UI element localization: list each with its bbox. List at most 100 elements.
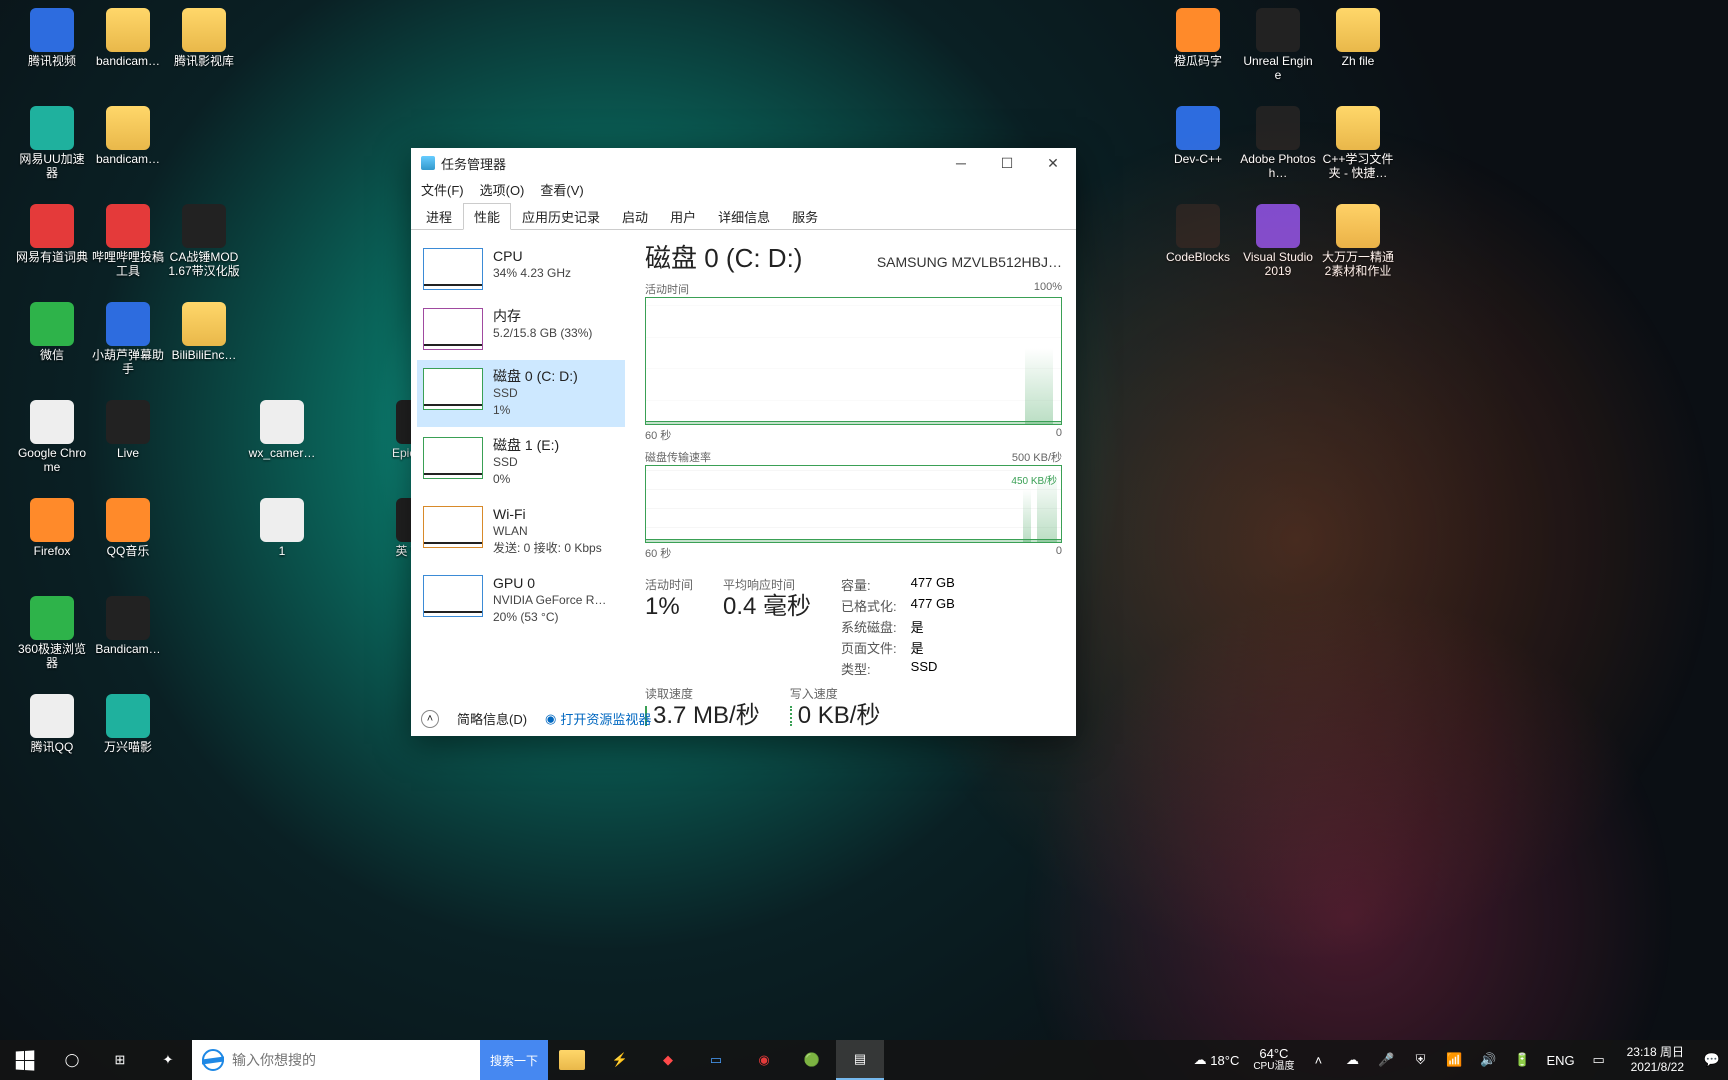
app-icon: [1176, 204, 1220, 248]
desktop-icon[interactable]: CA战锤MOD 1.67带汉化版: [166, 204, 242, 278]
menu-options[interactable]: 选项(O): [480, 180, 525, 199]
app-icon: [106, 106, 150, 150]
desktop-icon[interactable]: 1: [244, 498, 320, 558]
perf-item[interactable]: Wi-FiWLAN发送: 0 接收: 0 Kbps: [417, 498, 625, 565]
tab-processes[interactable]: 进程: [415, 203, 463, 230]
close-button[interactable]: ✕: [1030, 148, 1076, 178]
app-icon: [30, 302, 74, 346]
clock[interactable]: 23:18 周日 2021/8/22: [1617, 1045, 1694, 1075]
app-icon: [1176, 8, 1220, 52]
desktop-icon[interactable]: bandicam…: [90, 106, 166, 166]
desktop-icon[interactable]: bandicam…: [90, 8, 166, 68]
input-indicator[interactable]: ▭: [1583, 1040, 1615, 1080]
desktop-icon[interactable]: BiliBiliEnc…: [166, 302, 242, 362]
desktop-icon[interactable]: 腾讯QQ: [14, 694, 90, 754]
desktop-icon[interactable]: Firefox: [14, 498, 90, 558]
activity-graph: [645, 297, 1062, 425]
desktop-icon[interactable]: 网易有道词典: [14, 204, 90, 264]
explorer-button[interactable]: [548, 1040, 596, 1080]
task-view-button[interactable]: ⊞: [96, 1040, 144, 1080]
desktop-icon[interactable]: Visual Studio 2019: [1240, 204, 1316, 278]
weather-widget[interactable]: ☁ 18°C: [1188, 1040, 1246, 1080]
desktop-icon[interactable]: Zh file: [1320, 8, 1396, 68]
perf-item[interactable]: CPU34% 4.23 GHz: [417, 240, 625, 298]
desktop-icon[interactable]: 哔哩哔哩投稿工具: [90, 204, 166, 278]
desktop-icon[interactable]: CodeBlocks: [1160, 204, 1236, 264]
start-button[interactable]: [0, 1040, 48, 1080]
tab-details[interactable]: 详细信息: [707, 203, 781, 230]
pinned-app-1[interactable]: ⚡: [596, 1040, 644, 1080]
search-input[interactable]: [232, 1052, 470, 1068]
desktop-icon[interactable]: Unreal Engine: [1240, 8, 1316, 82]
windows-icon: [15, 1050, 33, 1070]
tab-app-history[interactable]: 应用历史记录: [511, 203, 611, 230]
perf-item[interactable]: 磁盘 0 (C: D:)SSD1%: [417, 360, 625, 427]
tray-wifi-icon[interactable]: 📶: [1438, 1040, 1470, 1080]
tab-users[interactable]: 用户: [659, 203, 707, 230]
active-time-value: 1%: [645, 597, 693, 617]
taskmgr-taskbar[interactable]: ▤: [836, 1040, 884, 1080]
tray-volume-icon[interactable]: 🔊: [1472, 1040, 1504, 1080]
open-resmon-link[interactable]: ◉打开资源监视器: [545, 709, 651, 728]
desktop-icon[interactable]: Live: [90, 400, 166, 460]
tray-overflow[interactable]: ˄: [1302, 1040, 1334, 1080]
app-icon: [1336, 106, 1380, 150]
desktop-icon[interactable]: 微信: [14, 302, 90, 362]
desktop-icon[interactable]: 万兴喵影: [90, 694, 166, 754]
weather-icon: ☁: [1194, 1052, 1207, 1068]
resmon-icon: ◉: [545, 711, 556, 727]
perf-item[interactable]: GPU 0NVIDIA GeForce R…20% (53 °C): [417, 567, 625, 634]
app-1[interactable]: ✦: [144, 1040, 192, 1080]
perf-thumb: [423, 437, 483, 479]
desktop-icon[interactable]: C++学习文件夹 - 快捷…: [1320, 106, 1396, 180]
desktop-icon[interactable]: 网易UU加速器: [14, 106, 90, 180]
pinned-app-4[interactable]: ◉: [740, 1040, 788, 1080]
throughput-graph: 450 KB/秒: [645, 465, 1062, 543]
search-button[interactable]: 搜索一下: [480, 1040, 548, 1080]
perf-sidebar: CPU34% 4.23 GHz 内存5.2/15.8 GB (33%) 磁盘 0…: [411, 230, 631, 690]
desktop-icon[interactable]: QQ音乐: [90, 498, 166, 558]
tray-battery-icon[interactable]: 🔋: [1506, 1040, 1538, 1080]
search-bar[interactable]: [192, 1040, 480, 1080]
ime-indicator[interactable]: ENG: [1540, 1040, 1580, 1080]
chevron-up-icon[interactable]: ˄: [421, 710, 439, 728]
menu-file[interactable]: 文件(F): [421, 180, 464, 199]
minimize-button[interactable]: ─: [938, 148, 984, 178]
notifications-button[interactable]: 💬: [1696, 1040, 1728, 1080]
fewer-details-button[interactable]: 简略信息(D): [457, 709, 527, 728]
tab-services[interactable]: 服务: [781, 203, 829, 230]
perf-item[interactable]: 内存5.2/15.8 GB (33%): [417, 300, 625, 358]
app-icon: [30, 498, 74, 542]
app-icon: [1336, 8, 1380, 52]
desktop-icon[interactable]: 360极速浏览器: [14, 596, 90, 670]
tray-mic-icon[interactable]: 🎤: [1370, 1040, 1402, 1080]
menu-view[interactable]: 查看(V): [540, 180, 583, 199]
cortana-button[interactable]: ◯: [48, 1040, 96, 1080]
app-icon: [106, 302, 150, 346]
maximize-button[interactable]: ☐: [984, 148, 1030, 178]
desktop-icon[interactable]: Bandicam…: [90, 596, 166, 656]
pinned-app-3[interactable]: ▭: [692, 1040, 740, 1080]
perf-thumb: [423, 575, 483, 617]
pinned-app-2[interactable]: ◆: [644, 1040, 692, 1080]
perf-thumb: [423, 248, 483, 290]
app-icon: [1256, 8, 1300, 52]
titlebar[interactable]: 任务管理器 ─ ☐ ✕: [411, 148, 1076, 178]
tray-security-icon[interactable]: ⛨: [1404, 1040, 1436, 1080]
perf-thumb: [423, 308, 483, 350]
tab-startup[interactable]: 启动: [611, 203, 659, 230]
cpu-temp-widget[interactable]: 64°C CPU温度: [1247, 1040, 1300, 1080]
desktop-icon[interactable]: wx_camer…: [244, 400, 320, 460]
desktop-icon[interactable]: Adobe Photosh…: [1240, 106, 1316, 180]
desktop-icon[interactable]: Google Chrome: [14, 400, 90, 474]
perf-item[interactable]: 磁盘 1 (E:)SSD0%: [417, 429, 625, 496]
desktop-icon[interactable]: Dev-C++: [1160, 106, 1236, 166]
tab-performance[interactable]: 性能: [463, 203, 511, 230]
tray-cloud-icon[interactable]: ☁: [1336, 1040, 1368, 1080]
pinned-app-5[interactable]: 🟢: [788, 1040, 836, 1080]
desktop-icon[interactable]: 小葫芦弹幕助手: [90, 302, 166, 376]
desktop-icon[interactable]: 橙瓜码字: [1160, 8, 1236, 68]
desktop-icon[interactable]: 腾讯影视库: [166, 8, 242, 68]
desktop-icon[interactable]: 腾讯视频: [14, 8, 90, 68]
desktop-icon[interactable]: 大万万一精通2素材和作业: [1320, 204, 1396, 278]
